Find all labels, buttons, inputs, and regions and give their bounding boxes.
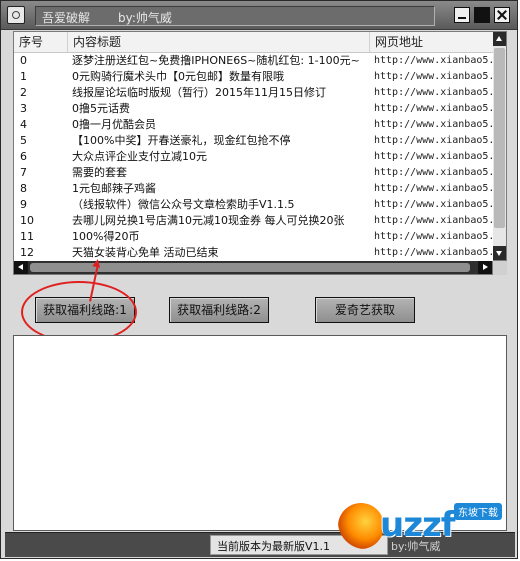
arrow-head-annotation [92, 258, 102, 268]
iqiyi-get-button[interactable]: 爱奇艺获取 [315, 297, 415, 323]
app-icon [7, 6, 25, 24]
close-icon[interactable] [494, 7, 510, 23]
row-number: 3 [20, 102, 27, 115]
row-number: 10 [20, 214, 34, 227]
row-title: 大众点评企业支付立减10元 [72, 150, 207, 163]
table-row[interactable]: 8 1元包邮辣子鸡酱 http://www.xianbao5. [14, 181, 494, 197]
row-title: 线报屋论坛临时版规（暂行）2015年11月15日修订 [72, 86, 326, 99]
vertical-scrollbar[interactable] [493, 31, 507, 261]
row-url: http://www.xianbao5. [374, 183, 494, 194]
row-title: 0撸一月优酷会员 [72, 118, 156, 131]
scroll-right-icon[interactable] [478, 261, 492, 274]
get-route-2-button[interactable]: 获取福利线路:2 [169, 297, 269, 323]
table-row[interactable]: 11 100%得20币 http://www.xianbao5. [14, 229, 494, 245]
row-url: http://www.xianbao5. [374, 215, 494, 226]
row-number: 9 [20, 198, 27, 211]
row-url: http://www.xianbao5. [374, 151, 494, 162]
column-header-no[interactable]: 序号 [14, 32, 68, 52]
watermark-brand: uzzf [380, 505, 456, 545]
row-number: 11 [20, 230, 34, 243]
row-url: http://www.xianbao5. [374, 55, 494, 66]
column-header-url[interactable]: 网页地址 [370, 32, 494, 52]
horizontal-scrollbar[interactable] [13, 261, 493, 275]
row-number: 7 [20, 166, 27, 179]
row-number: 8 [20, 182, 27, 195]
scroll-down-icon[interactable] [493, 246, 506, 260]
row-url: http://www.xianbao5. [374, 231, 494, 242]
row-number: 5 [20, 134, 27, 147]
table-row[interactable]: 9 （线报软件）微信公众号文章检索助手V1.1.5 http://www.xianb… [14, 197, 494, 213]
table-row[interactable]: 0 逐梦注册送红包~免费撸IPHONE6S~随机红包: 1-100元~ http:/… [14, 53, 494, 69]
row-title: （线报软件）微信公众号文章检索助手V1.1.5 [72, 198, 295, 211]
table-row[interactable]: 4 0撸一月优酷会员 http://www.xianbao5. [14, 117, 494, 133]
table-row[interactable]: 5 【100%中奖】开春送豪礼，现金红包抢不停 http://www.xianbao… [14, 133, 494, 149]
table-row[interactable]: 3 0撸5元话费 http://www.xianbao5. [14, 101, 494, 117]
table-row[interactable]: 6 大众点评企业支付立减10元 http://www.xianbao5. [14, 149, 494, 165]
table-row[interactable]: 12 天猫女装背心免单 活动已结束 http://www.xianbao5. [14, 245, 494, 261]
row-url: http://www.xianbao5. [374, 103, 494, 114]
row-url: http://www.xianbao5. [374, 71, 494, 82]
watermark-badge: 东坡下载 [454, 503, 502, 520]
row-number: 12 [20, 246, 34, 259]
row-url: http://www.xianbao5. [374, 199, 494, 210]
row-number: 1 [20, 70, 27, 83]
table-row[interactable]: 2 线报屋论坛临时版规（暂行）2015年11月15日修订 http://www.xi… [14, 85, 494, 101]
row-number: 6 [20, 150, 27, 163]
row-title: 1元包邮辣子鸡酱 [72, 182, 156, 195]
scroll-corner [493, 261, 507, 275]
column-header-title[interactable]: 内容标题 [68, 32, 370, 52]
maximize-icon[interactable] [474, 7, 490, 23]
version-status: 当前版本为最新版V1.1 [217, 540, 331, 553]
row-number: 0 [20, 54, 27, 67]
row-url: http://www.xianbao5. [374, 247, 494, 258]
scroll-left-icon[interactable] [14, 261, 28, 274]
window-author: by:帅气威 [118, 11, 172, 25]
row-url: http://www.xianbao5. [374, 167, 494, 178]
row-title: 0撸5元话费 [72, 102, 130, 115]
row-title: 逐梦注册送红包~免费撸IPHONE6S~随机红包: 1-100元~ [72, 54, 360, 67]
table-row[interactable]: 1 0元购骑行魔术头巾【0元包邮】数量有限哦 http://www.xianbao5… [14, 69, 494, 85]
scroll-up-icon[interactable] [493, 32, 506, 46]
row-title: 【100%中奖】开春送豪礼，现金红包抢不停 [72, 134, 291, 147]
table-row[interactable]: 7 需要的套套 http://www.xianbao5. [14, 165, 494, 181]
row-number: 4 [20, 118, 27, 131]
app-window: 吾爱破解 by:帅气威 序号 内容标题 网页地址 0 逐梦注册送红包~免费撸IPH… [0, 0, 518, 559]
row-url: http://www.xianbao5. [374, 87, 494, 98]
list-header: 序号 内容标题 网页地址 [14, 32, 494, 53]
row-title: 需要的套套 [72, 166, 127, 179]
row-title: 0元购骑行魔术头巾【0元包邮】数量有限哦 [72, 70, 284, 83]
row-title: 去哪儿网兑换1号店满10元减10现金券 每人可兑换20张 [72, 214, 345, 227]
list-rows: 0 逐梦注册送红包~免费撸IPHONE6S~随机红包: 1-100元~ http:/… [14, 53, 494, 261]
table-row[interactable]: 10 去哪儿网兑换1号店满10元减10现金券 每人可兑换20张 http://www… [14, 213, 494, 229]
window-title: 吾爱破解 [42, 11, 91, 25]
row-title: 100%得20币 [72, 230, 140, 243]
row-url: http://www.xianbao5. [374, 135, 494, 146]
row-url: http://www.xianbao5. [374, 119, 494, 130]
swirl-logo-icon [338, 503, 384, 549]
highlight-circle-annotation [21, 281, 137, 343]
row-title: 天猫女装背心免单 活动已结束 [72, 246, 219, 259]
minimize-icon[interactable] [454, 7, 470, 23]
row-number: 2 [20, 86, 27, 99]
title-box: 吾爱破解 by:帅气威 [35, 6, 435, 26]
vertical-scroll-thumb[interactable] [494, 48, 505, 228]
title-bar[interactable]: 吾爱破解 by:帅气威 [1, 1, 517, 30]
watermark-logo: uzzf 东坡下载 [338, 497, 518, 557]
result-list[interactable]: 序号 内容标题 网页地址 0 逐梦注册送红包~免费撸IPHONE6S~随机红包: … [13, 31, 495, 263]
